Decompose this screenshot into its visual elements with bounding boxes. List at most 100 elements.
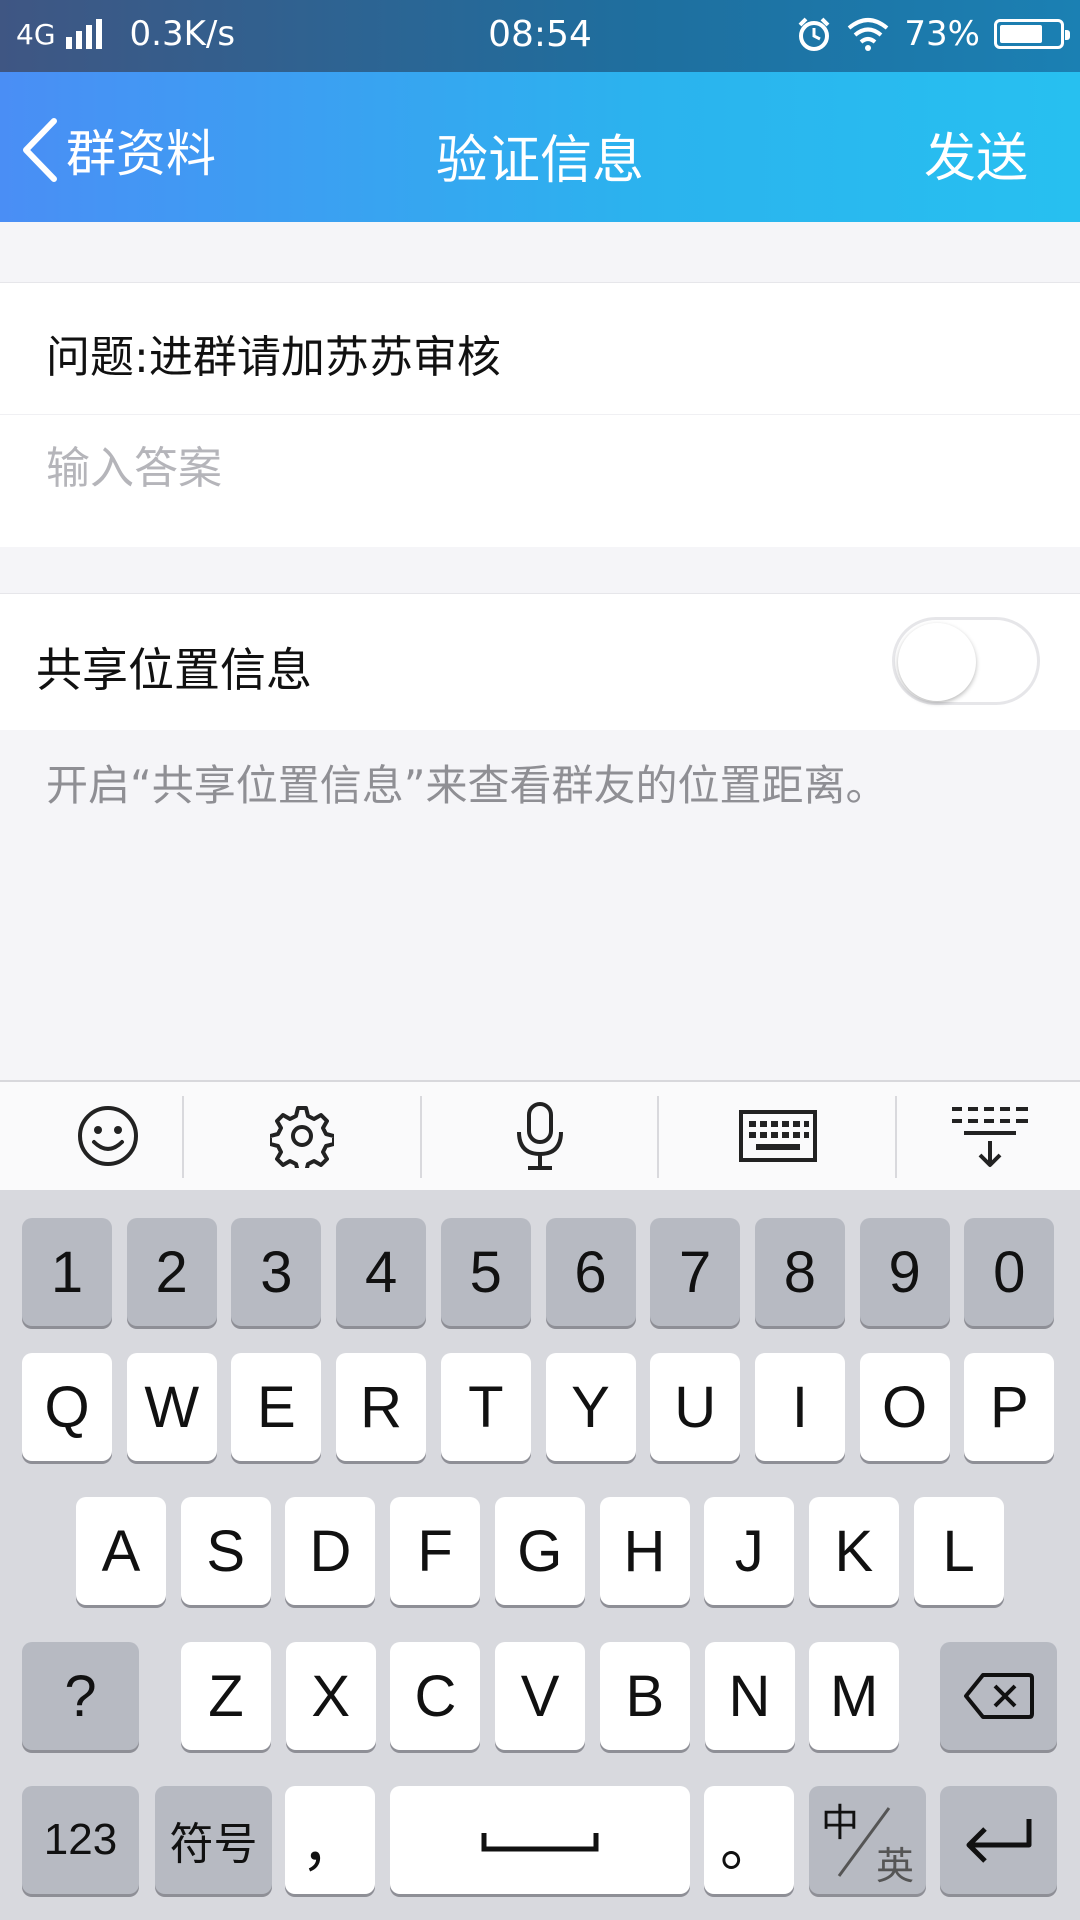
- numbers-key-label: 123: [43, 1815, 118, 1864]
- key-6-label: 6: [574, 1239, 607, 1305]
- key-w[interactable]: W: [126, 1353, 217, 1461]
- hide-keyboard-button[interactable]: [882, 1082, 1080, 1190]
- key-o[interactable]: O: [859, 1353, 950, 1461]
- key-i[interactable]: I: [754, 1353, 845, 1461]
- wifi-icon: [848, 18, 889, 51]
- battery-level: [1000, 25, 1043, 43]
- key-m[interactable]: M: [809, 1642, 900, 1750]
- key-b-label: B: [625, 1663, 665, 1729]
- key-y[interactable]: Y: [545, 1353, 636, 1461]
- key-l-label: L: [942, 1518, 975, 1584]
- share-location-toggle[interactable]: [892, 617, 1040, 705]
- key-s[interactable]: S: [180, 1497, 271, 1605]
- key-z[interactable]: Z: [181, 1642, 271, 1750]
- key-3[interactable]: 3: [231, 1218, 322, 1326]
- key-question-label: ?: [64, 1663, 97, 1729]
- settings-button[interactable]: [194, 1082, 410, 1190]
- key-d[interactable]: D: [285, 1497, 376, 1605]
- key-0[interactable]: 0: [964, 1218, 1055, 1326]
- backspace-key[interactable]: [940, 1642, 1057, 1750]
- key-a-label: A: [101, 1518, 141, 1584]
- voice-button[interactable]: [432, 1082, 648, 1190]
- key-z-label: Z: [208, 1663, 244, 1729]
- question-text: 问题:进群请加苏苏审核: [46, 332, 501, 383]
- key-6[interactable]: 6: [545, 1218, 636, 1326]
- emoji-icon: [78, 1106, 138, 1166]
- key-e[interactable]: E: [231, 1353, 322, 1461]
- enter-icon: [966, 1819, 1031, 1863]
- key-9[interactable]: 9: [859, 1218, 950, 1326]
- comma-key[interactable]: ，: [285, 1786, 375, 1894]
- enter-key[interactable]: [940, 1786, 1057, 1894]
- key-n[interactable]: N: [704, 1642, 795, 1750]
- nav-bar: 群资料 验证信息 发送: [0, 72, 1080, 222]
- key-c[interactable]: C: [390, 1642, 481, 1750]
- key-k-label: K: [834, 1518, 874, 1584]
- key-1[interactable]: 1: [22, 1218, 112, 1326]
- toggle-knob: [898, 623, 976, 701]
- key-d-label: D: [309, 1518, 352, 1584]
- collapse-keyboard-icon: [952, 1107, 1028, 1167]
- toolbar-divider: [657, 1096, 659, 1178]
- key-5-label: 5: [469, 1239, 502, 1305]
- battery-tip: [1065, 30, 1070, 40]
- key-v-label: V: [520, 1663, 560, 1729]
- key-8[interactable]: 8: [754, 1218, 845, 1326]
- key-m-label: M: [830, 1663, 879, 1729]
- key-i-label: I: [791, 1374, 808, 1440]
- key-s-label: S: [206, 1518, 246, 1584]
- key-g[interactable]: G: [494, 1497, 585, 1605]
- key-b[interactable]: B: [599, 1642, 690, 1750]
- key-g-label: G: [517, 1518, 563, 1584]
- key-h-label: H: [623, 1518, 666, 1584]
- symbols-key[interactable]: 符号: [155, 1786, 272, 1894]
- key-x-label: X: [311, 1663, 351, 1729]
- key-q[interactable]: Q: [22, 1353, 112, 1461]
- key-4[interactable]: 4: [336, 1218, 427, 1326]
- key-r[interactable]: R: [336, 1353, 427, 1461]
- alarm-icon: [799, 17, 830, 51]
- key-r-label: R: [360, 1374, 403, 1440]
- symbols-key-label: 符号: [169, 1820, 258, 1869]
- language-switch-key[interactable]: 中英: [809, 1786, 926, 1894]
- key-o-label: O: [882, 1374, 928, 1440]
- key-p[interactable]: P: [964, 1353, 1055, 1461]
- period-key[interactable]: 。: [704, 1786, 794, 1894]
- keyboard-switch-button[interactable]: [670, 1082, 886, 1190]
- key-1-label: 1: [50, 1239, 84, 1305]
- key-8-label: 8: [783, 1239, 817, 1305]
- key-f-label: F: [417, 1518, 453, 1584]
- key-f[interactable]: F: [390, 1497, 481, 1605]
- key-k[interactable]: K: [808, 1497, 899, 1605]
- key-x[interactable]: X: [285, 1642, 376, 1750]
- keyboard: 1 2 3 4 5 6 7 8 9 0 Q W E R T Y U I O P A S D F G H J K L? Z X C V B N M 123…: [0, 1190, 1080, 1920]
- key-u[interactable]: U: [650, 1353, 741, 1461]
- key-y-label: Y: [571, 1374, 610, 1440]
- keyboard-toolbar: [0, 1080, 1080, 1192]
- key-j[interactable]: J: [704, 1497, 795, 1605]
- key-7[interactable]: 7: [650, 1218, 741, 1326]
- answer-input[interactable]: [46, 443, 1026, 494]
- period-key-label: 。: [719, 1813, 778, 1878]
- key-2[interactable]: 2: [126, 1218, 217, 1326]
- battery-percent: 73%: [904, 14, 980, 54]
- status-bar: 4G 0.3K/s 08:54 73%: [0, 0, 1080, 72]
- key-5[interactable]: 5: [440, 1218, 531, 1326]
- toolbar-divider: [182, 1096, 184, 1178]
- send-button[interactable]: 发送: [924, 116, 1028, 191]
- key-l[interactable]: L: [913, 1497, 1004, 1605]
- page-title: 验证信息: [435, 131, 644, 191]
- key-v[interactable]: V: [495, 1642, 586, 1750]
- numbers-key[interactable]: 123: [22, 1786, 139, 1894]
- settings-icon: [270, 1106, 334, 1168]
- share-location-row: 共享位置信息: [0, 593, 1080, 730]
- lang-english-label: 英: [875, 1846, 914, 1888]
- key-question[interactable]: ?: [22, 1642, 139, 1750]
- key-e-label: E: [257, 1374, 296, 1440]
- key-a[interactable]: A: [76, 1497, 166, 1605]
- key-t[interactable]: T: [440, 1353, 531, 1461]
- key-h[interactable]: H: [599, 1497, 690, 1605]
- key-7-label: 7: [679, 1239, 712, 1305]
- key-t-label: T: [468, 1374, 504, 1440]
- space-key[interactable]: [390, 1786, 690, 1894]
